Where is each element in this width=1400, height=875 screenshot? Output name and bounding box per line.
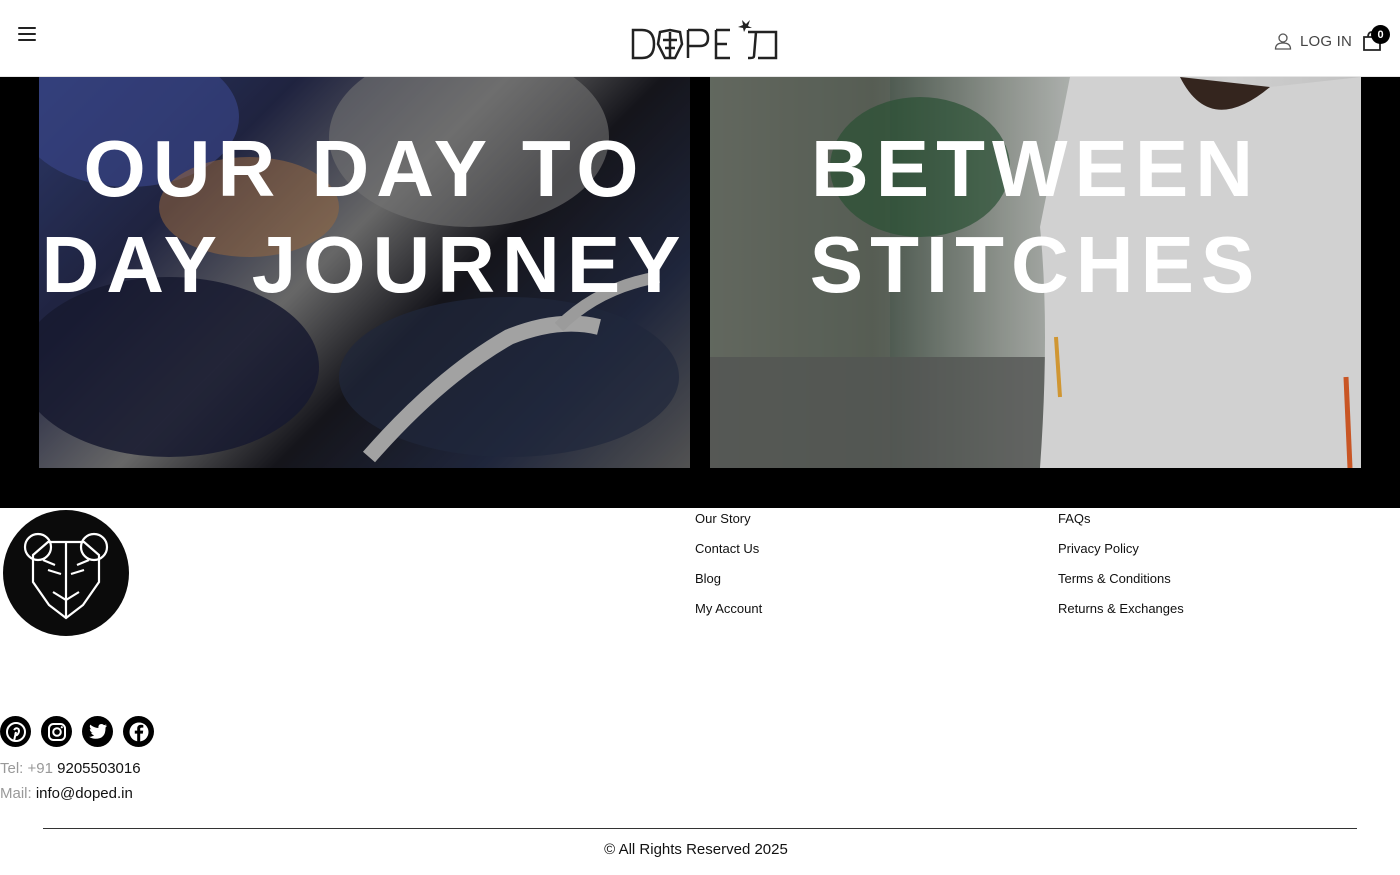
brand-logo[interactable]	[630, 18, 780, 62]
footer-link-privacy-policy[interactable]: Privacy Policy	[1058, 539, 1184, 569]
email-address[interactable]: info@doped.in	[36, 785, 133, 802]
cart-count-badge: 0	[1371, 25, 1390, 44]
user-icon	[1274, 33, 1292, 50]
phone-number[interactable]: 9205503016	[57, 760, 140, 777]
banner-title-left: OUR DAY TO DAY JOURNEY	[41, 124, 688, 309]
social-links	[0, 716, 154, 747]
banner-title-right: BETWEEN STITCHES	[809, 124, 1262, 309]
footer-divider	[43, 828, 1357, 829]
footer-link-our-story[interactable]: Our Story	[695, 509, 762, 539]
footer-link-returns[interactable]: Returns & Exchanges	[1058, 599, 1184, 629]
collection-banner-day-to-day-journey[interactable]: OUR DAY TO DAY JOURNEY	[39, 77, 690, 468]
contact-email: Mail: info@doped.in	[0, 785, 133, 802]
pinterest-icon[interactable]	[0, 716, 31, 747]
footer-logo-icon[interactable]	[3, 510, 129, 636]
instagram-icon[interactable]	[41, 716, 72, 747]
site-header: LOG IN 0	[0, 0, 1400, 77]
footer-link-contact-us[interactable]: Contact Us	[695, 539, 762, 569]
footer-link-blog[interactable]: Blog	[695, 569, 762, 599]
phone-label: Tel: +91	[0, 760, 53, 777]
footer-links-policies: FAQs Privacy Policy Terms & Conditions R…	[1058, 509, 1184, 629]
hero-section: OUR DAY TO DAY JOURNEY BETWEEN STITCHES	[0, 77, 1400, 508]
email-label: Mail:	[0, 785, 32, 802]
collection-banner-between-stitches[interactable]: BETWEEN STITCHES	[710, 77, 1361, 468]
footer-links-about: Our Story Contact Us Blog My Account	[695, 509, 762, 629]
contact-phone: Tel: +91 9205503016	[0, 760, 141, 777]
footer-link-faqs[interactable]: FAQs	[1058, 509, 1184, 539]
facebook-icon[interactable]	[123, 716, 154, 747]
login-label: LOG IN	[1300, 32, 1353, 50]
login-link[interactable]: LOG IN	[1274, 31, 1352, 51]
footer-link-terms[interactable]: Terms & Conditions	[1058, 569, 1184, 599]
footer-link-my-account[interactable]: My Account	[695, 599, 762, 629]
twitter-icon[interactable]	[82, 716, 113, 747]
hamburger-menu-icon[interactable]	[18, 27, 38, 47]
copyright-text: © All Rights Reserved 2025	[604, 841, 788, 858]
